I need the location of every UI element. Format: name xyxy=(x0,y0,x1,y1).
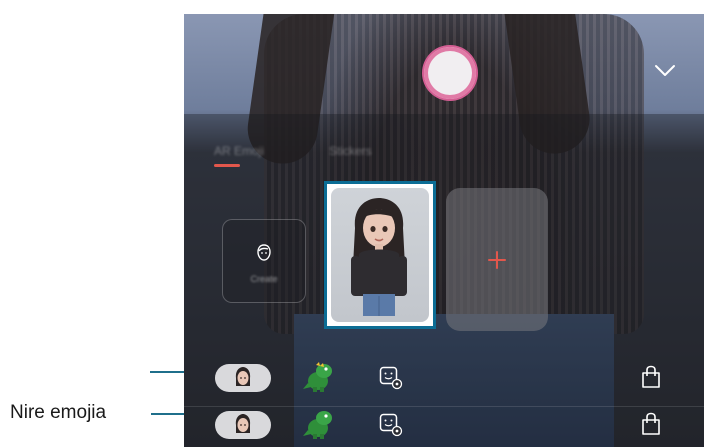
my-emoji-icon xyxy=(235,414,251,433)
create-emoji-label: Create xyxy=(250,274,278,284)
emoji-toolbar xyxy=(184,360,704,396)
chevron-down-icon[interactable] xyxy=(654,64,676,78)
my-emoji-icon xyxy=(235,367,251,386)
my-emoji-button[interactable] xyxy=(215,411,271,439)
avatar-figure-icon xyxy=(351,198,407,316)
tab-ar-emoji[interactable]: AR Emoji xyxy=(214,144,264,158)
add-emoji-card[interactable] xyxy=(446,188,548,331)
tab-active-indicator xyxy=(214,164,240,167)
my-emoji-card[interactable] xyxy=(324,181,436,329)
dinosaur-icon[interactable] xyxy=(302,361,336,393)
dinosaur-icon[interactable] xyxy=(302,408,336,440)
face-outline-icon xyxy=(257,244,271,261)
my-emoji-button[interactable] xyxy=(215,364,271,392)
shopping-bag-icon[interactable] xyxy=(640,365,662,389)
sticker-settings-icon[interactable] xyxy=(379,413,403,437)
sticker-settings-icon[interactable] xyxy=(379,366,403,390)
tab-stickers[interactable]: Stickers xyxy=(329,144,372,158)
create-emoji-card[interactable]: Create xyxy=(222,219,306,303)
my-emoji-preview xyxy=(331,188,429,322)
emoji-toolbar-duplicate xyxy=(184,407,704,447)
shopping-bag-icon[interactable] xyxy=(640,412,662,436)
camera-screen: AR Emoji Stickers Create xyxy=(184,14,704,447)
callout-label: Nire emojia xyxy=(10,402,107,423)
capture-button[interactable] xyxy=(424,47,476,99)
plus-icon xyxy=(488,251,506,269)
